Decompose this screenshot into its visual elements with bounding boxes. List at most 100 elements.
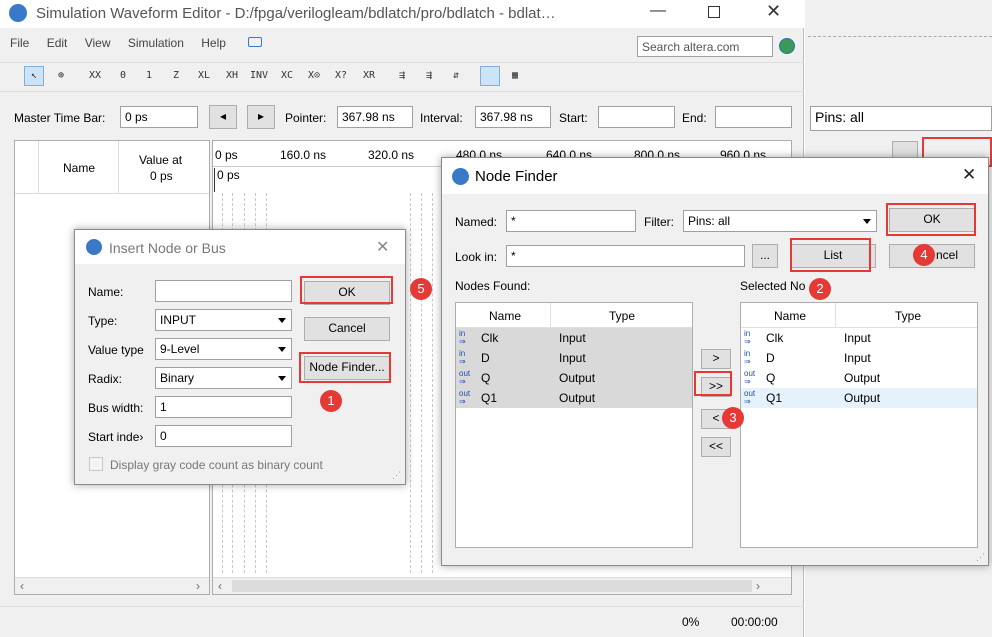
found-row[interactable]: out ⇒ Q1 Output: [456, 388, 692, 408]
remove-all-button[interactable]: <<: [701, 437, 731, 457]
master-time-bar-input[interactable]: 0 ps: [120, 106, 198, 128]
signal-list-header-line: [15, 193, 209, 194]
scroll-right-icon[interactable]: ›: [756, 579, 760, 593]
scroll-left-icon[interactable]: ‹: [218, 579, 222, 593]
clock-value-icon[interactable]: X⊙: [305, 67, 323, 85]
selected-node-type: Input: [844, 351, 871, 365]
start-index-input[interactable]: 0: [155, 425, 292, 447]
selected-node-name: D: [766, 351, 775, 365]
radix-select[interactable]: Binary: [155, 367, 292, 389]
pointer-label: Pointer:: [285, 111, 327, 125]
force-low-icon[interactable]: 0: [114, 67, 132, 85]
prev-transition-button[interactable]: ◂: [209, 105, 237, 129]
highlight-node-finder: [299, 352, 391, 383]
menu-view[interactable]: View: [85, 36, 111, 50]
filter-value: Pins: all: [688, 214, 731, 228]
menu-simulation[interactable]: Simulation: [128, 36, 184, 50]
weak-low-icon[interactable]: XL: [195, 67, 213, 85]
grid-line: [421, 193, 423, 573]
type-value: INPUT: [160, 313, 196, 327]
found-col-type[interactable]: Type: [609, 309, 635, 323]
bg-filter-value: Pins: all: [815, 109, 865, 125]
waveform-view-icon[interactable]: [480, 66, 500, 86]
globe-icon[interactable]: [779, 38, 795, 54]
high-impedance-icon[interactable]: Z: [167, 67, 185, 85]
waveform-scroll-thumb[interactable]: [232, 580, 752, 592]
snap-icon[interactable]: ⇶: [393, 67, 411, 85]
selected-node-name: Clk: [766, 331, 784, 345]
menu-help[interactable]: Help: [201, 36, 226, 50]
menu-file[interactable]: File: [10, 36, 29, 50]
add-selected-button[interactable]: >: [701, 349, 731, 369]
nodes-found-label: Nodes Found:: [455, 279, 531, 293]
invert-icon[interactable]: INV: [250, 67, 268, 85]
type-select[interactable]: INPUT: [155, 309, 292, 331]
found-row[interactable]: out ⇒ Q Output: [456, 368, 692, 388]
selected-col-name[interactable]: Name: [774, 309, 806, 323]
browse-button[interactable]: ...: [752, 244, 778, 268]
selected-row[interactable]: out ⇒ Q1 Output: [741, 388, 977, 408]
found-row[interactable]: in ⇒ Clk Input: [456, 328, 692, 348]
search-input[interactable]: Search altera.com: [637, 36, 773, 57]
filter-label: Filter:: [644, 215, 674, 229]
found-row[interactable]: in ⇒ D Input: [456, 348, 692, 368]
menu-bar: File Edit View Simulation Help: [10, 36, 240, 54]
found-node-name: D: [481, 351, 490, 365]
selected-row[interactable]: out ⇒ Q Output: [741, 368, 977, 388]
found-col-name[interactable]: Name: [489, 309, 521, 323]
pointer-value: 367.98 ns: [337, 106, 413, 128]
cancel-button[interactable]: Cancel: [304, 317, 390, 341]
highlight-list: [790, 238, 871, 272]
sort-icon[interactable]: ⇵: [447, 67, 465, 85]
selected-col-type[interactable]: Type: [895, 309, 921, 323]
end-input[interactable]: [715, 106, 792, 128]
next-transition-button[interactable]: ▸: [247, 105, 275, 129]
window-title: Simulation Waveform Editor - D:/fpga/ver…: [36, 5, 556, 22]
chevron-down-icon: [278, 376, 286, 381]
close-icon[interactable]: ✕: [376, 237, 389, 257]
random-value-icon[interactable]: XR: [360, 67, 378, 85]
maximize-icon[interactable]: [708, 6, 720, 18]
interval-label: Interval:: [420, 111, 463, 125]
start-label: Start:: [559, 111, 588, 125]
count-value-icon[interactable]: XC: [278, 67, 296, 85]
selected-node-type: Output: [844, 391, 881, 405]
bg-filter-combo[interactable]: Pins: all: [810, 106, 992, 131]
output-pin-icon: out ⇒: [459, 369, 471, 386]
output-pin-icon: out ⇒: [744, 389, 756, 406]
weak-high-icon[interactable]: XH: [223, 67, 241, 85]
close-icon[interactable]: ✕: [766, 1, 781, 22]
close-icon[interactable]: ✕: [962, 165, 976, 185]
arbitrary-value-icon[interactable]: X?: [332, 67, 350, 85]
highlight-nf-ok: [886, 203, 976, 236]
found-node-name: Clk: [481, 331, 499, 345]
signal-list-divider: [38, 141, 39, 193]
scroll-left-icon[interactable]: ‹: [20, 579, 24, 593]
input-pin-icon: in ⇒: [744, 349, 751, 366]
menu-edit[interactable]: Edit: [47, 36, 68, 50]
found-node-type: Input: [559, 331, 586, 345]
named-input[interactable]: *: [506, 210, 636, 232]
scroll-right-icon[interactable]: ›: [196, 579, 200, 593]
interval-value: 367.98 ns: [475, 106, 551, 128]
look-in-input[interactable]: *: [506, 245, 745, 267]
grid-icon[interactable]: ▦: [506, 67, 524, 85]
name-input[interactable]: [155, 280, 292, 302]
value-type-select[interactable]: 9-Level: [155, 338, 292, 360]
force-high-icon[interactable]: 1: [140, 67, 158, 85]
minimize-icon[interactable]: —: [650, 2, 666, 20]
step-badge-4: 4: [913, 244, 935, 266]
select-arrow-icon: ↖: [30, 70, 38, 81]
found-node-name: Q: [481, 371, 491, 385]
zoom-icon[interactable]: ⊕: [52, 67, 70, 85]
group-icon[interactable]: ⇶: [420, 67, 438, 85]
start-input[interactable]: [598, 106, 675, 128]
bus-width-input[interactable]: 1: [155, 396, 292, 418]
filter-select[interactable]: Pins: all: [683, 210, 877, 232]
gray-code-checkbox[interactable]: [89, 457, 103, 471]
selected-row[interactable]: in ⇒ Clk Input: [741, 328, 977, 348]
signal-list-hscroll[interactable]: [15, 577, 209, 594]
chat-icon[interactable]: [248, 37, 262, 47]
unknown-value-icon[interactable]: XX: [86, 67, 104, 85]
selected-row[interactable]: in ⇒ D Input: [741, 348, 977, 368]
